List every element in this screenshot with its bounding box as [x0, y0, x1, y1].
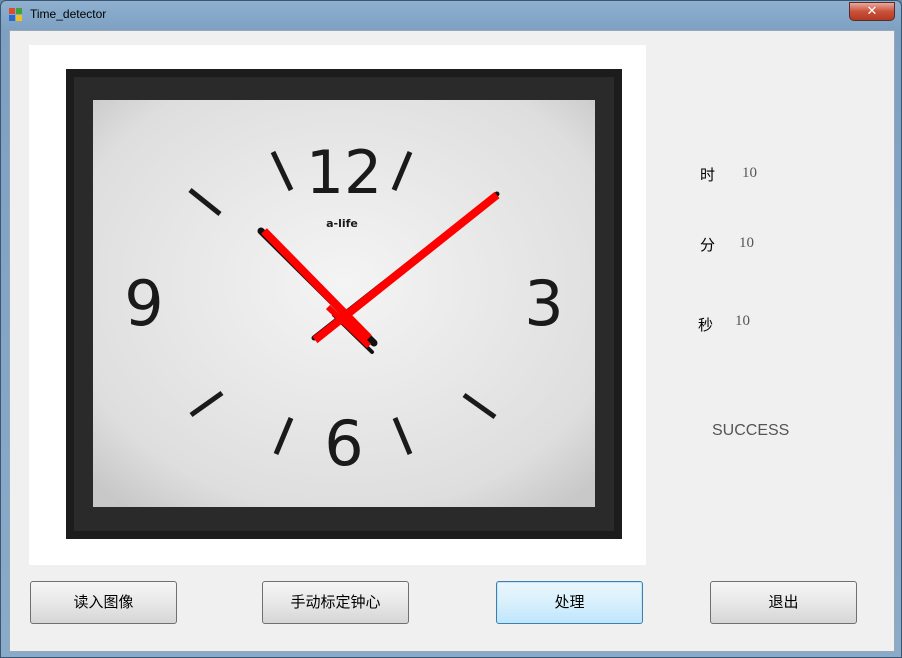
numeral-3: 3 — [524, 267, 563, 340]
title-bar[interactable]: Time_detector ✕ — [1, 1, 901, 29]
numeral-9: 9 — [124, 267, 163, 340]
exit-button[interactable]: 退出 — [710, 581, 857, 624]
close-button[interactable]: ✕ — [849, 2, 895, 21]
minute-label: 分 — [700, 236, 716, 254]
window-title: Time_detector — [30, 7, 107, 21]
numeral-12: 12 — [306, 138, 382, 208]
second-value: 10 — [735, 313, 750, 329]
app-icon — [9, 8, 22, 21]
client-area: 12 3 6 9 a-life 时 10 分 10 秒 10 SUCCESS 读… — [9, 30, 895, 652]
process-button[interactable]: 处理 — [496, 581, 643, 624]
clock-brand: a-life — [326, 217, 358, 230]
app-window: Time_detector ✕ 12 3 6 9 a-life 时 10 分 1… — [0, 0, 902, 658]
image-display: 12 3 6 9 a-life — [29, 45, 646, 565]
hour-value: 10 — [742, 165, 757, 181]
clock-image: 12 3 6 9 a-life — [66, 69, 622, 539]
close-icon: ✕ — [866, 4, 878, 19]
status-text: SUCCESS — [712, 422, 790, 439]
second-label: 秒 — [698, 316, 714, 334]
load-image-button[interactable]: 读入图像 — [30, 581, 177, 624]
minute-value: 10 — [739, 235, 754, 251]
numeral-6: 6 — [324, 407, 363, 480]
calibrate-center-button[interactable]: 手动标定钟心 — [262, 581, 409, 624]
hour-label: 时 — [700, 166, 716, 184]
